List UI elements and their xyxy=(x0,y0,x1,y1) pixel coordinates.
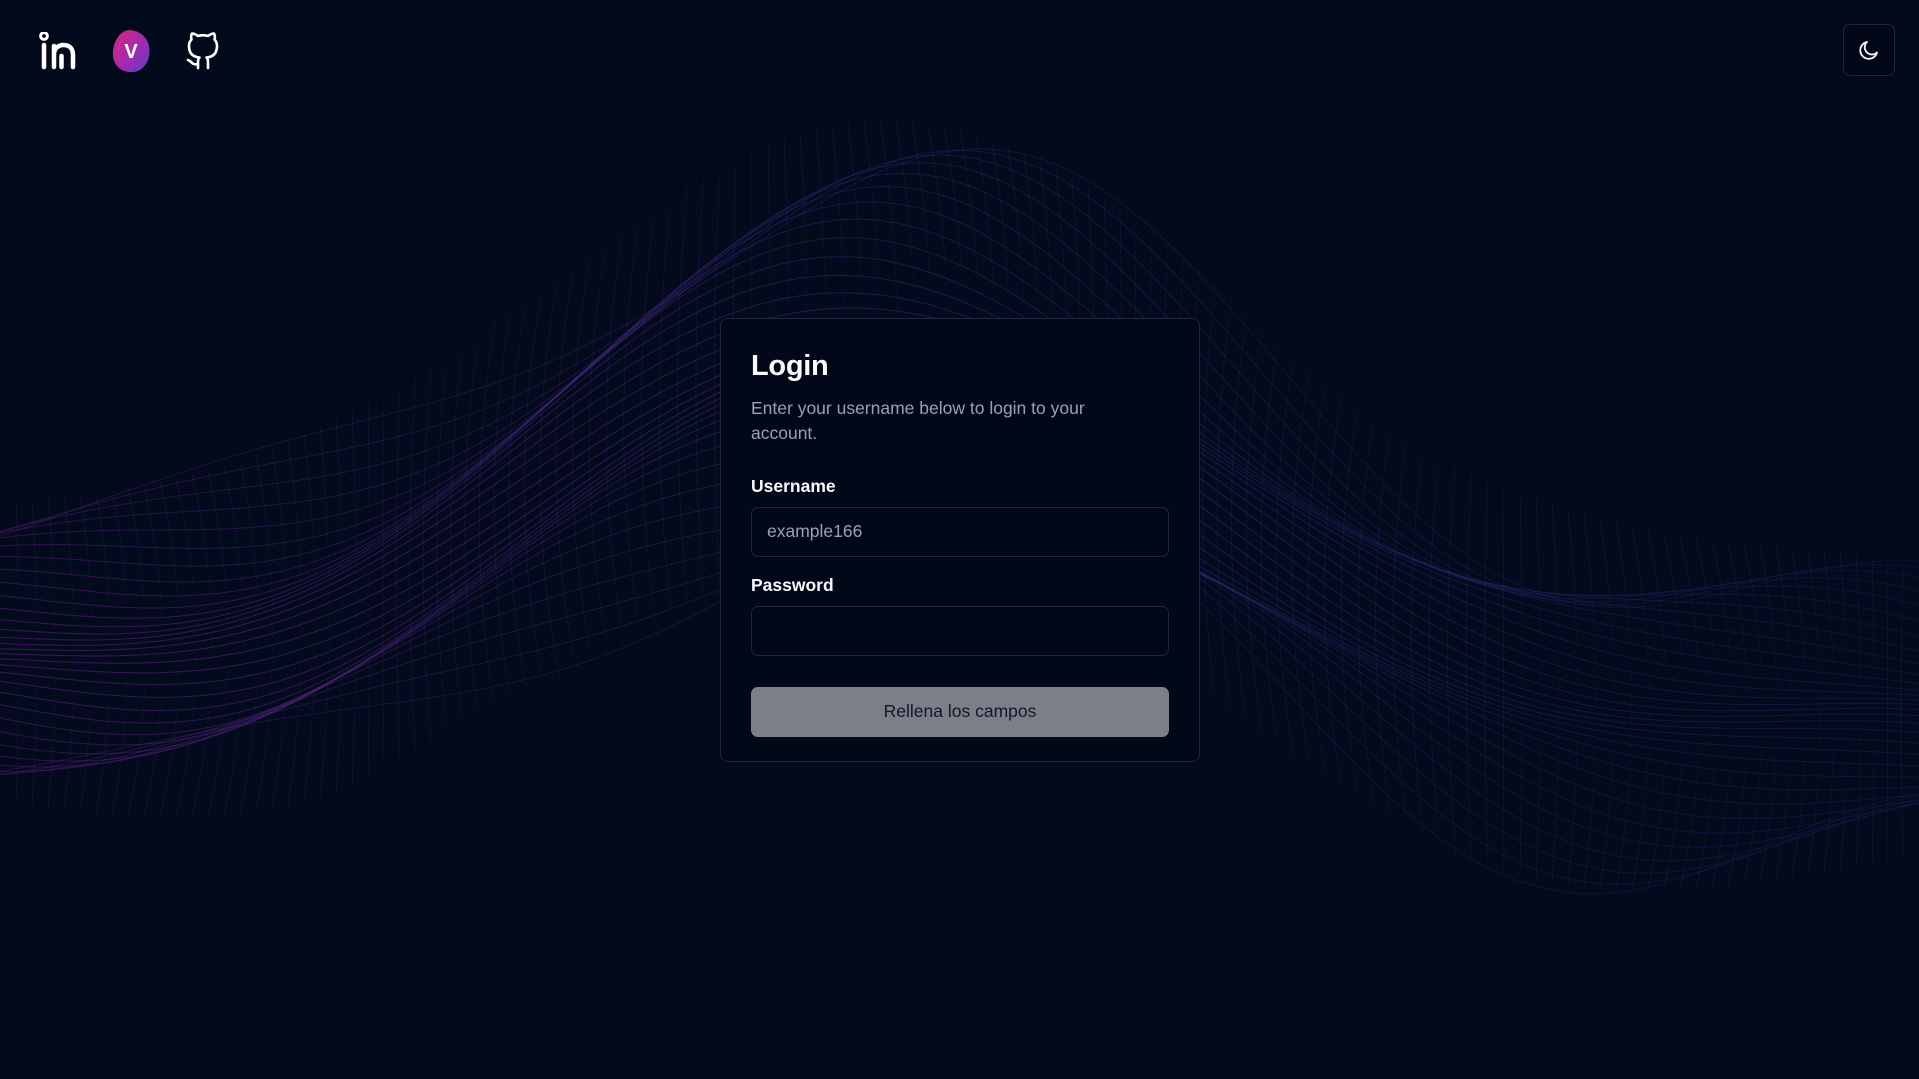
wave-cross-strand xyxy=(1465,466,1473,862)
wave-cross-strand xyxy=(395,381,401,768)
wave-cross-strand xyxy=(1375,417,1393,826)
wave-cross-strand xyxy=(1900,560,1905,863)
wave-cross-strand xyxy=(1551,502,1560,883)
wave-cross-strand xyxy=(1535,496,1542,880)
wave-cross-strand xyxy=(677,181,689,610)
wave-cross-strand xyxy=(1807,549,1821,875)
wave-cross-strand xyxy=(319,426,330,798)
v-logo-icon: V xyxy=(112,30,150,73)
username-label: Username xyxy=(751,475,836,496)
wave-cross-strand xyxy=(271,448,288,809)
wave-cross-strand xyxy=(1567,508,1578,886)
wave-cross-strand xyxy=(1823,550,1835,873)
wave-cross-strand xyxy=(695,172,705,603)
wave-cross-strand xyxy=(111,490,129,816)
wave-cross-strand xyxy=(641,201,657,626)
wave-cross-strand xyxy=(409,370,417,760)
card-title: Login xyxy=(751,350,829,382)
wave-cross-strand xyxy=(1202,281,1217,712)
linkedin-link[interactable] xyxy=(38,28,80,74)
wave-cross-strand xyxy=(1484,474,1489,867)
wave-cross-strand xyxy=(1887,558,1889,865)
wave-cross-strand xyxy=(1647,530,1667,891)
wave-cross-strand xyxy=(1631,526,1650,891)
wave-cross-strand xyxy=(207,470,229,818)
password-label: Password xyxy=(751,574,834,595)
wave-cross-strand xyxy=(1216,294,1233,723)
wave-cross-strand xyxy=(191,474,213,818)
github-link[interactable] xyxy=(182,28,224,74)
wave-cross-strand xyxy=(351,409,357,787)
wave-cross-strand xyxy=(15,500,20,804)
theme-toggle-button[interactable] xyxy=(1843,24,1895,76)
login-page: V Login Enter your username below to log… xyxy=(0,0,1919,1079)
wave-cross-strand xyxy=(1392,428,1409,834)
wave-cross-strand xyxy=(422,360,433,753)
wave-cross-strand xyxy=(287,441,302,806)
password-input[interactable] xyxy=(751,605,1169,656)
github-icon xyxy=(186,32,219,70)
v-logo-letter: V xyxy=(124,41,138,63)
wave-cross-strand xyxy=(623,211,641,635)
wave-cross-strand xyxy=(1615,522,1633,891)
social-links: V xyxy=(38,28,224,74)
wave-cross-strand xyxy=(1231,307,1249,734)
wave-cross-strand xyxy=(1663,533,1684,891)
card-description: Enter your username below to login to yo… xyxy=(751,397,1085,443)
wave-cross-strand xyxy=(436,349,449,745)
linkedin-icon xyxy=(39,32,76,70)
portfolio-link[interactable]: V xyxy=(110,28,152,74)
wave-cross-strand xyxy=(367,400,370,781)
wave-cross-strand xyxy=(1583,513,1597,888)
wave-cross-strand xyxy=(239,460,259,815)
wave-cross-strand xyxy=(1519,489,1523,876)
login-card: Login Enter your username below to login… xyxy=(720,318,1200,762)
wave-cross-strand xyxy=(1871,555,1875,867)
moon-icon xyxy=(1859,41,1878,60)
wave-cross-strand xyxy=(1428,448,1441,849)
wave-cross-strand xyxy=(303,434,316,802)
wave-cross-strand xyxy=(335,418,344,793)
wave-cross-strand xyxy=(143,484,163,818)
wave-cross-strand xyxy=(478,314,497,718)
wave-cross-strand xyxy=(127,487,146,817)
wave-cross-strand xyxy=(1727,542,1748,886)
wave-cross-strand xyxy=(1855,554,1862,868)
wave-cross-strand xyxy=(1502,482,1505,872)
submit-button[interactable]: Rellena los campos xyxy=(751,686,1169,737)
wave-cross-strand xyxy=(382,391,385,775)
username-input[interactable] xyxy=(751,506,1169,557)
wave-cross-strand xyxy=(223,465,244,816)
wave-cross-strand xyxy=(1711,540,1733,887)
wave-cross-strand xyxy=(95,492,111,814)
